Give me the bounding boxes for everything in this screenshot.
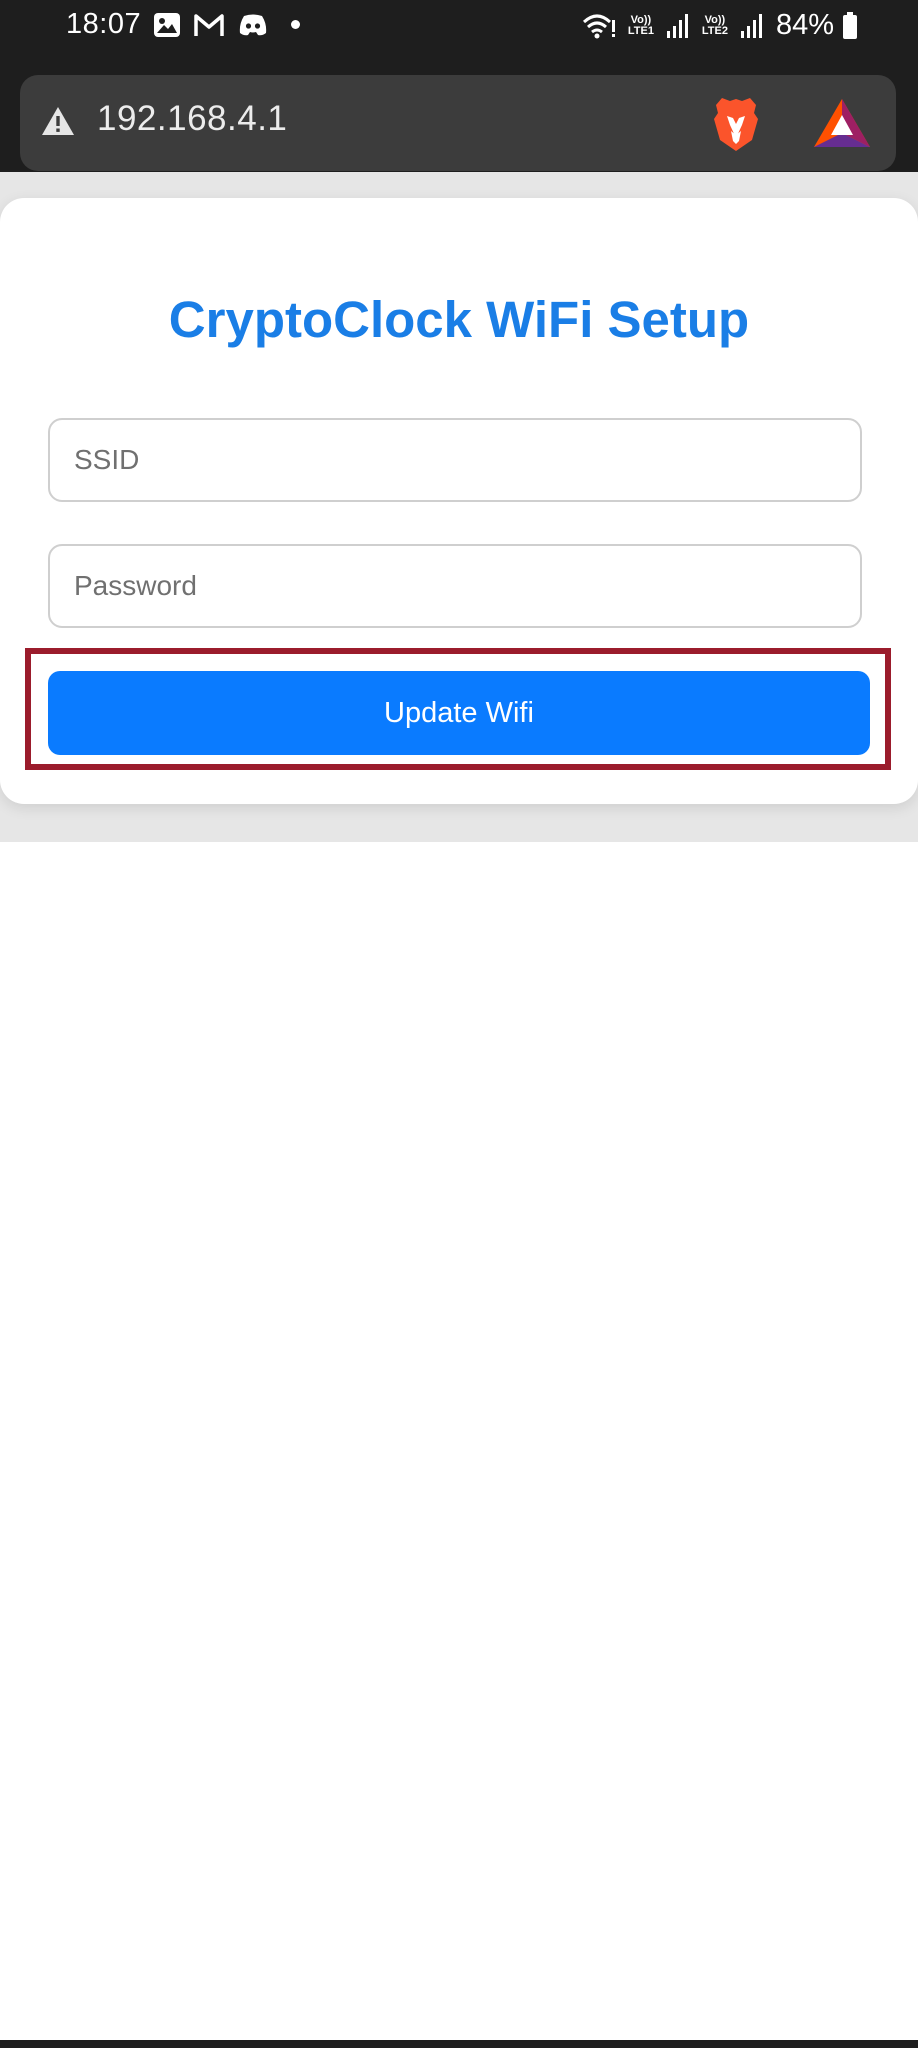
sim2-network-label: Vo)) LTE2 <box>701 13 728 37</box>
status-time: 18:07 <box>66 8 142 40</box>
bat-rewards-icon[interactable] <box>812 97 872 154</box>
page-title: CryptoClock WiFi Setup <box>168 291 750 348</box>
notification-dot-icon <box>291 20 301 29</box>
browser-toolbar: 192.168.4.1 <box>0 60 918 172</box>
url-text[interactable]: 192.168.4.1 <box>97 99 287 139</box>
update-wifi-button[interactable]: Update Wifi <box>48 671 870 755</box>
discord-icon <box>237 13 269 37</box>
password-input[interactable] <box>48 544 862 628</box>
wifi-setup-card: CryptoClock WiFi Setup Update Wifi <box>0 198 918 804</box>
signal-icon <box>740 13 764 39</box>
gallery-icon <box>153 12 181 38</box>
gmail-icon <box>193 12 225 38</box>
brave-shield-icon[interactable] <box>708 94 764 159</box>
battery-icon <box>842 11 858 40</box>
status-left: 18:07 <box>66 8 301 41</box>
wifi-icon <box>582 12 616 40</box>
navigation-bar <box>0 2040 918 2048</box>
address-bar[interactable]: 192.168.4.1 <box>20 75 896 171</box>
status-bar: 18:07 Vo)) LTE1 Vo)) LTE2 84% <box>0 0 918 60</box>
sim1-network-label: Vo)) LTE1 <box>627 13 654 37</box>
battery-percent: 84% <box>775 9 834 41</box>
warning-icon[interactable] <box>40 105 76 142</box>
signal-icon <box>666 13 690 39</box>
ssid-input[interactable] <box>48 418 862 502</box>
status-right: Vo)) LTE1 Vo)) LTE2 84% <box>582 9 858 42</box>
